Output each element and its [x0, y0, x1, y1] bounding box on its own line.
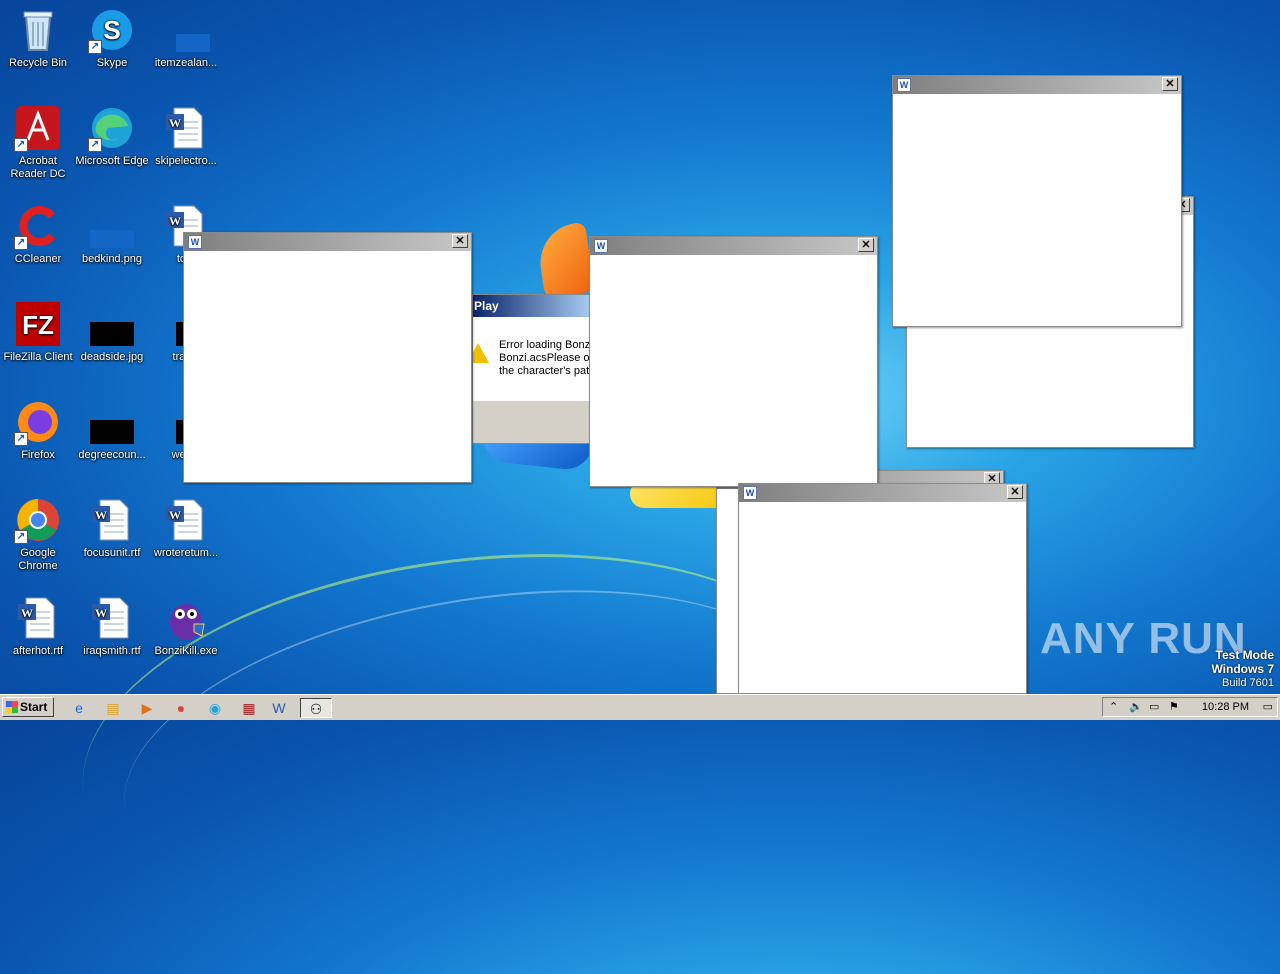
blank-window[interactable]: W ✕	[589, 236, 878, 487]
blank-window[interactable]: W ✕	[892, 75, 1182, 327]
word-doc-icon: W	[88, 496, 136, 544]
window-titlebar[interactable]: W ✕	[739, 484, 1026, 502]
close-button[interactable]: ✕	[858, 238, 874, 252]
active-app-taskbar-icon[interactable]: ⚇	[300, 698, 332, 718]
close-button[interactable]: ✕	[1007, 485, 1023, 499]
window-titlebar[interactable]: W ✕	[590, 237, 877, 255]
close-button[interactable]: ✕	[1162, 77, 1178, 91]
word-app-icon: W	[743, 486, 757, 500]
ie-taskbar-icon[interactable]: e	[66, 698, 92, 718]
svg-text:W: W	[95, 606, 107, 620]
recycle-bin-icon	[14, 6, 62, 54]
action-center-flag-icon[interactable]: ⚑	[1169, 700, 1179, 713]
word-app-icon: W	[897, 78, 911, 92]
taskbar: Start e ▤ ▶ ● ◉ ▦ W ⚇ ⌃ 🔈 ▭ ⚑ 10:28 PM ▭	[0, 694, 1280, 720]
build-text: Build 7601	[1222, 677, 1274, 689]
desktop-icon-bonzikill[interactable]: BonziKill.exe	[148, 594, 224, 658]
dialog-button-area	[473, 401, 589, 443]
dialog-message: Error loading Bonzi Bonzi.acsPlease op t…	[499, 339, 590, 377]
desktop-icon-bedkind[interactable]: bedkind.png	[74, 202, 150, 266]
svg-text:FZ: FZ	[22, 310, 54, 340]
shortcut-arrow-icon: ↗	[88, 40, 102, 54]
blue-file-icon	[162, 6, 210, 54]
shortcut-arrow-icon: ↗	[88, 138, 102, 152]
skype-icon: S ↗	[88, 6, 136, 54]
warning-icon	[473, 343, 489, 363]
volume-icon[interactable]: 🔈	[1129, 700, 1143, 713]
desktop-icon-afterhot[interactable]: W afterhot.rtf	[0, 594, 76, 658]
blank-window[interactable]: W ✕	[738, 483, 1027, 694]
svg-text:W: W	[21, 606, 33, 620]
tray-expand-icon[interactable]: ⌃	[1109, 700, 1118, 713]
desktop-icon-skype[interactable]: S ↗ Skype	[74, 6, 150, 70]
desktop-icon-skipelectro[interactable]: W skipelectro...	[148, 104, 224, 168]
clock[interactable]: 10:28 PM	[1202, 701, 1249, 713]
svg-text:W: W	[169, 116, 181, 130]
error-dialog[interactable]: Play Error loading Bonzi Bonzi.acsPlease…	[472, 294, 590, 444]
filezilla-icon: FZ	[14, 300, 62, 348]
dialog-title: Play	[473, 295, 589, 317]
desktop-icon-wroteretum[interactable]: W wroteretum...	[148, 496, 224, 560]
test-mode-text: Test Mode	[1215, 648, 1274, 662]
word-doc-icon: W	[88, 594, 136, 642]
desktop-icon-edge[interactable]: ↗ Microsoft Edge	[74, 104, 150, 168]
ccleaner-icon: ↗	[14, 202, 62, 250]
acrobat-icon: ↗	[14, 104, 62, 152]
media-player-taskbar-icon[interactable]: ▶	[134, 698, 160, 718]
edge-taskbar-icon[interactable]: ◉	[202, 698, 228, 718]
chrome-taskbar-icon[interactable]: ●	[168, 698, 194, 718]
desktop-icon-firefox[interactable]: ↗ Firefox	[0, 398, 76, 462]
desktop-icon-ccleaner[interactable]: ↗ CCleaner	[0, 202, 76, 266]
word-doc-icon: W	[162, 104, 210, 152]
edge-icon: ↗	[88, 104, 136, 152]
shortcut-arrow-icon: ↗	[14, 236, 28, 250]
os-name-text: Windows 7	[1211, 662, 1274, 676]
svg-text:W: W	[95, 508, 107, 522]
bonzi-icon	[162, 594, 210, 642]
image-thumb-icon	[88, 202, 136, 250]
black-thumb-icon	[88, 300, 136, 348]
desktop-icon-itemzealan[interactable]: itemzealan...	[148, 6, 224, 70]
window-titlebar[interactable]: W ✕	[184, 233, 471, 251]
desktop-icon-deadside[interactable]: deadside.jpg	[74, 300, 150, 364]
start-label: Start	[20, 700, 48, 714]
window-titlebar[interactable]: W ✕	[893, 76, 1181, 94]
desktop-icon-focusunit[interactable]: W focusunit.rtf	[74, 496, 150, 560]
word-doc-icon: W	[162, 496, 210, 544]
svg-text:W: W	[169, 508, 181, 522]
word-doc-icon: W	[14, 594, 62, 642]
desktop-icon-acrobat[interactable]: ↗ Acrobat Reader DC	[0, 104, 76, 181]
test-mode-label: Test Mode Windows 7 Build 7601	[1211, 648, 1274, 690]
desktop-icon-filezilla[interactable]: FZ FileZilla Client	[0, 300, 76, 364]
blank-window[interactable]: W ✕	[183, 232, 472, 483]
network-icon[interactable]: ▭	[1149, 700, 1159, 713]
windows-logo-red-pane	[535, 221, 595, 299]
shortcut-arrow-icon: ↗	[14, 138, 28, 152]
winrar-taskbar-icon[interactable]: ▦	[236, 698, 262, 718]
system-tray: ⌃ 🔈 ▭ ⚑ 10:28 PM ▭	[1102, 697, 1278, 717]
desktop-icon-recycle-bin[interactable]: Recycle Bin	[0, 6, 76, 70]
show-desktop-icon[interactable]: ▭	[1263, 700, 1273, 713]
shortcut-arrow-icon: ↗	[14, 432, 28, 446]
svg-text:S: S	[103, 15, 120, 45]
desktop-icon-chrome[interactable]: ↗ Google Chrome	[0, 496, 76, 573]
word-taskbar-icon[interactable]: W	[266, 698, 292, 718]
desktop-icon-iraqsmith[interactable]: W iraqsmith.rtf	[74, 594, 150, 658]
desktop-icon-degreecoun[interactable]: degreecoun...	[74, 398, 150, 462]
word-app-icon: W	[594, 239, 608, 253]
close-button[interactable]: ✕	[452, 234, 468, 248]
start-button[interactable]: Start	[2, 697, 54, 717]
explorer-taskbar-icon[interactable]: ▤	[100, 698, 126, 718]
svg-text:W: W	[169, 214, 181, 228]
black-thumb-icon	[88, 398, 136, 446]
shortcut-arrow-icon: ↗	[14, 530, 28, 544]
chrome-icon: ↗	[14, 496, 62, 544]
windows-flag-icon	[6, 701, 18, 713]
firefox-icon: ↗	[14, 398, 62, 446]
word-app-icon: W	[188, 235, 202, 249]
